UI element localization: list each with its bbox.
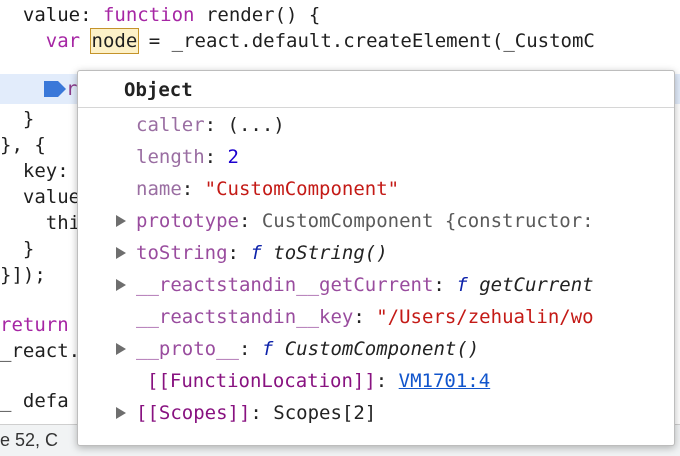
code-token: : [80,4,103,26]
property-separator: : [353,306,377,328]
property-row-length: length: 2 [136,141,239,173]
property-row-tostring[interactable]: toString: f toString() [114,237,388,269]
code-line-10: }]); [0,264,46,286]
property-separator: : [238,338,262,360]
property-key: name [136,178,182,200]
property-row-function-location: [[FunctionLocation]]: VM1701:4 [147,365,490,397]
code-token: value [22,4,81,26]
property-key: prototype [136,210,239,232]
popover-header: Object [78,71,674,108]
expand-triangle-icon[interactable] [116,247,126,259]
expand-triangle-icon[interactable] [116,215,126,227]
property-separator: : [375,370,399,392]
property-row-prototype[interactable]: prototype: CustomComponent {constructor: [114,205,674,237]
function-location-link[interactable]: VM1701:4 [399,370,491,392]
property-key: __reactstandin__getCurrent [136,274,434,296]
function-marker: f [250,242,262,264]
property-value: CustomComponent {constructor: [261,210,594,232]
property-value: 2 [227,146,239,168]
property-value: CustomComponent() [273,338,480,360]
expand-triangle-icon[interactable] [116,279,126,291]
property-value: "/Users/zehualin/wo [376,306,594,328]
property-key: toString [136,242,228,264]
property-separator: : [238,210,262,232]
property-value[interactable]: (...) [228,114,285,136]
function-marker: f [261,338,274,360]
property-key: [[FunctionLocation]] [147,370,376,392]
code-line-2: var node = _react.default.createElement(… [0,26,595,56]
property-row-proto[interactable]: __proto__: f CustomComponent() [114,333,479,365]
property-separator: : [204,146,228,168]
hovered-variable-node[interactable]: node [89,28,140,54]
code-token: = _react.default.createElement(_CustomC [137,30,595,52]
property-separator: : [433,274,457,296]
expand-triangle-icon[interactable] [116,343,126,355]
code-keyword: function [102,4,195,26]
code-keyword: var [45,30,81,52]
property-value: "CustomComponent" [204,178,400,200]
code-line-13: _ defa [0,390,69,412]
property-row-name: name: "CustomComponent" [136,173,399,205]
property-separator: : [250,402,274,424]
property-value: toString() [261,242,388,264]
property-row-reactstandin-getcurrent[interactable]: __reactstandin__getCurrent: f getCurrent [114,269,674,301]
property-value: Scopes[2] [273,402,377,424]
devtools-sources-viewport: value: function render() { var node = _r… [0,0,680,456]
property-key: __proto__ [136,338,239,360]
property-key: caller [136,114,205,136]
property-key: length [136,146,205,168]
code-token: render() { [194,4,321,26]
status-cursor-position: e 52, C [0,430,59,450]
property-key: __reactstandin__key [136,306,354,328]
property-row-reactstandin-key: __reactstandin__key: "/Users/zehualin/wo [136,301,674,333]
property-separator: : [204,114,228,136]
popover-title: Object [124,79,193,101]
property-row-scopes[interactable]: [[Scopes]]: Scopes[2] [114,397,376,429]
code-line-3: r [66,78,78,100]
expand-triangle-icon[interactable] [116,407,126,419]
property-row-caller[interactable]: caller: (...) [136,109,285,141]
function-marker: f [456,274,468,296]
property-separator: : [181,178,205,200]
code-line-12: _react. [0,340,81,362]
property-separator: : [227,242,251,264]
property-key: [[Scopes]] [136,402,251,424]
object-preview-popover[interactable]: Object caller: (...) length: 2 name: "Cu… [77,70,675,446]
property-value: getCurrent [467,274,594,296]
